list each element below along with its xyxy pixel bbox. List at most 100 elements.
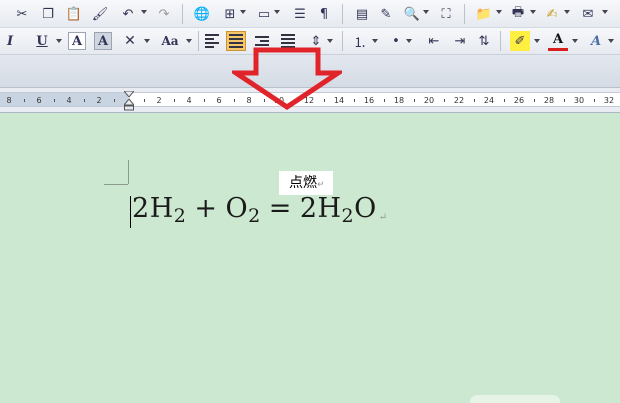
ruler-number: 28 (543, 96, 555, 105)
font-color-dropdown-icon[interactable] (572, 39, 578, 43)
ruler-tick (84, 99, 85, 102)
cut-icon[interactable]: ✂ (12, 4, 32, 24)
underline-icon[interactable]: U (32, 31, 52, 51)
redo-icon[interactable]: ↷ (154, 4, 174, 24)
format-painter-icon[interactable]: 🖌 (90, 4, 110, 24)
fullscreen-icon[interactable]: ⛶ (436, 4, 456, 24)
plus-sign: + (194, 193, 218, 224)
margin-corner-mark (104, 184, 128, 185)
character-shading-icon[interactable]: A (94, 32, 112, 50)
ruler-number: 20 (423, 96, 435, 105)
print-icon[interactable]: 🖶 (508, 4, 528, 24)
change-case-icon[interactable]: Aa (156, 31, 184, 51)
margin-corner-mark (128, 160, 129, 184)
ruler-tick (564, 99, 565, 102)
chemical-equation[interactable]: 2H2 + O2 = 2H2O ↵ (132, 193, 388, 227)
text-effects-icon[interactable]: A (586, 31, 606, 51)
ruler-tick (144, 99, 145, 102)
ruler-tick (174, 99, 175, 102)
insert-frame-icon[interactable]: ▭ (254, 4, 274, 24)
decrease-indent-icon[interactable]: ⇤ (424, 31, 444, 51)
ruler-tick (504, 99, 505, 102)
copy-icon[interactable]: ❐ (38, 4, 58, 24)
subscript: 2 (341, 205, 355, 227)
align-left-icon[interactable] (202, 31, 222, 51)
ruler-tick (54, 99, 55, 102)
frame-dropdown-icon[interactable] (274, 10, 280, 14)
ruler-tick (24, 99, 25, 102)
ruler-number: 6 (216, 96, 222, 105)
toolbar-separator (182, 4, 183, 24)
ruler-number: 2 (96, 96, 102, 105)
folder-icon[interactable]: 📁 (474, 4, 494, 24)
undo-dropdown-icon[interactable] (141, 10, 147, 14)
ruler-tick (594, 99, 595, 102)
element-symbol: H (317, 193, 342, 224)
element-symbol: O (354, 193, 377, 224)
bullet-list-icon[interactable]: • (386, 31, 406, 51)
ruler-number: 4 (186, 96, 192, 105)
ruler-number: 8 (6, 96, 12, 105)
undo-icon[interactable]: ↶ (118, 4, 138, 24)
paragraph-mark: ↵ (378, 212, 388, 223)
ruler-tick (204, 99, 205, 102)
show-formatting-icon[interactable]: ¶ (314, 4, 334, 24)
ruler-tick (414, 99, 415, 102)
table-icon[interactable]: ⊞ (220, 4, 240, 24)
ruler-number: 30 (573, 96, 585, 105)
character-spacing-icon[interactable]: ✕ (120, 31, 140, 51)
reaction-condition-label[interactable]: 点燃↵ (279, 171, 333, 195)
red-down-arrow-icon (232, 47, 342, 111)
ruler-number: 4 (66, 96, 72, 105)
mail-icon[interactable]: ✉ (578, 4, 598, 24)
element-symbol: H (149, 193, 174, 224)
bullet-dropdown-icon[interactable] (406, 39, 412, 43)
case-dropdown-icon[interactable] (186, 39, 192, 43)
highlight-dropdown-icon[interactable] (534, 39, 540, 43)
edit-icon[interactable]: ✍ (542, 4, 562, 24)
document-map-icon[interactable]: ▤ (352, 4, 372, 24)
numbering-dropdown-icon[interactable] (372, 39, 378, 43)
coefficient: 2 (299, 193, 318, 224)
ruler-number: 22 (453, 96, 465, 105)
hyperlink-icon[interactable]: 🌐 (192, 4, 212, 24)
ruler-tick (354, 99, 355, 102)
spacing-dropdown-icon[interactable] (144, 39, 150, 43)
effects-dropdown-icon[interactable] (608, 39, 614, 43)
ruler-tick (474, 99, 475, 102)
folder-dropdown-icon[interactable] (496, 10, 502, 14)
highlight-icon[interactable]: ✐ (510, 31, 530, 51)
zoom-icon[interactable]: 🔍 (402, 4, 422, 24)
underline-dropdown-icon[interactable] (56, 39, 62, 43)
coefficient: 2 (132, 193, 150, 224)
columns-icon[interactable]: ☰ (290, 4, 310, 24)
indent-marker-icon[interactable] (124, 91, 134, 111)
mail-dropdown-icon[interactable] (602, 10, 608, 14)
ruler-number: 24 (483, 96, 495, 105)
document-page[interactable] (0, 114, 620, 403)
ruler-number: 18 (393, 96, 405, 105)
line-spacing-dropdown-icon[interactable] (327, 39, 333, 43)
drawing-icon[interactable]: ✎ (376, 4, 396, 24)
print-dropdown-icon[interactable] (530, 10, 536, 14)
ruler-number: 26 (513, 96, 525, 105)
increase-indent-icon[interactable]: ⇥ (450, 31, 470, 51)
watermark-overlay (470, 395, 560, 403)
ruler-number: 2 (156, 96, 162, 105)
italic-icon[interactable]: I (0, 31, 20, 51)
ruler-tick (444, 99, 445, 102)
condition-text: 点燃 (289, 175, 317, 191)
table-dropdown-icon[interactable] (240, 10, 246, 14)
toolbar-separator (198, 31, 199, 51)
sort-icon[interactable]: ⇅ (474, 31, 494, 51)
zoom-dropdown-icon[interactable] (423, 10, 429, 14)
paste-icon[interactable]: 📋 (64, 4, 84, 24)
numbered-list-icon[interactable]: ⒈ (350, 31, 370, 51)
font-color-icon[interactable]: A (548, 31, 568, 51)
edit-dropdown-icon[interactable] (564, 10, 570, 14)
element-symbol: O (225, 193, 249, 224)
subscript: 2 (173, 205, 187, 227)
ruler-number: 32 (603, 96, 615, 105)
ruler-tick (114, 99, 115, 102)
character-border-icon[interactable]: A (68, 32, 86, 50)
